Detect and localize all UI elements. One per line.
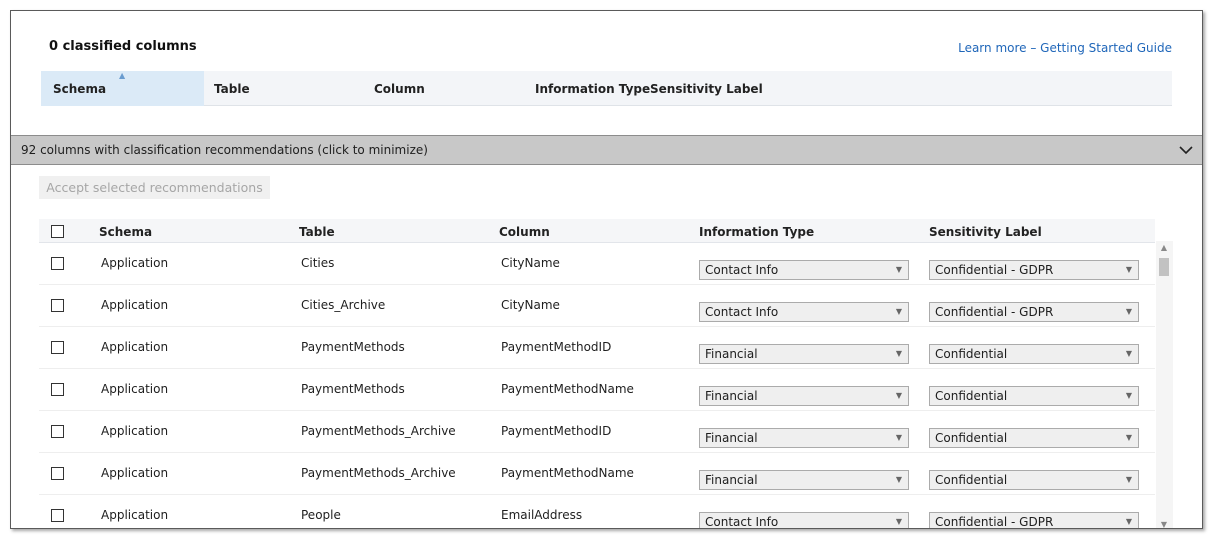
sensitivity-label-dropdown[interactable]: Confidential ▼ — [929, 470, 1139, 490]
table-row: Application PaymentMethods_Archive Payme… — [39, 453, 1155, 495]
recommendations-table-header: Schema Table Column Information Type Sen… — [39, 219, 1155, 243]
cell-column: PaymentMethodName — [501, 466, 634, 480]
cell-column: PaymentMethodID — [501, 424, 612, 438]
getting-started-link[interactable]: Learn more – Getting Started Guide — [958, 41, 1172, 55]
cell-schema: Application — [101, 298, 169, 312]
table-row: Application PaymentMethods PaymentMethod… — [39, 369, 1155, 411]
table-row: Application PaymentMethods PaymentMethod… — [39, 327, 1155, 369]
row-checkbox[interactable] — [51, 341, 64, 354]
dropdown-arrow-icon: ▼ — [895, 433, 902, 442]
cell-schema: Application — [101, 340, 169, 354]
information-type-dropdown[interactable]: Financial ▼ — [699, 428, 909, 448]
dropdown-arrow-icon: ▼ — [1125, 517, 1132, 526]
sensitivity-label-dropdown[interactable]: Confidential ▼ — [929, 428, 1139, 448]
dropdown-arrow-icon: ▼ — [1125, 307, 1132, 316]
sensitivity-label-dropdown[interactable]: Confidential ▼ — [929, 386, 1139, 406]
dropdown-arrow-icon: ▼ — [1125, 349, 1132, 358]
rec-header-table[interactable]: Table — [299, 219, 335, 245]
cell-schema: Application — [101, 424, 169, 438]
table-row: Application People EmailAddress Contact … — [39, 495, 1155, 528]
classified-columns-title: 0 classified columns — [49, 39, 197, 54]
dropdown-arrow-icon: ▼ — [895, 475, 902, 484]
scroll-down-arrow-icon[interactable]: ▼ — [1159, 520, 1169, 528]
cell-table: PaymentMethods — [301, 340, 405, 354]
cell-column: EmailAddress — [501, 508, 583, 522]
row-checkbox[interactable] — [51, 299, 64, 312]
dropdown-arrow-icon: ▼ — [895, 517, 902, 526]
sensitivity-label-dropdown[interactable]: Confidential ▼ — [929, 344, 1139, 364]
cell-schema: Application — [101, 508, 169, 522]
accept-recommendations-button[interactable]: Accept selected recommendations — [39, 176, 270, 199]
dropdown-arrow-icon: ▼ — [895, 307, 902, 316]
cell-column: CityName — [501, 298, 560, 312]
cell-table: Cities_Archive — [301, 298, 386, 312]
classified-table-header: ▲ Schema Table Column Information Type S… — [41, 71, 1172, 106]
sort-ascending-icon: ▲ — [119, 71, 126, 80]
information-type-dropdown[interactable]: Financial ▼ — [699, 344, 909, 364]
table-row: Application PaymentMethods_Archive Payme… — [39, 411, 1155, 453]
rec-header-schema[interactable]: Schema — [99, 219, 152, 245]
information-type-dropdown[interactable]: Contact Info ▼ — [699, 512, 909, 528]
data-classification-window: 0 classified columns Learn more – Gettin… — [10, 10, 1203, 529]
row-checkbox[interactable] — [51, 509, 64, 522]
cell-column: PaymentMethodID — [501, 340, 612, 354]
dropdown-arrow-icon: ▼ — [895, 265, 902, 274]
rec-header-sensitivity-label[interactable]: Sensitivity Label — [929, 219, 1042, 245]
cell-table: PaymentMethods_Archive — [301, 466, 456, 480]
select-all-checkbox[interactable] — [51, 225, 64, 238]
information-type-dropdown[interactable]: Financial ▼ — [699, 470, 909, 490]
rec-header-column[interactable]: Column — [499, 219, 550, 245]
cell-column: PaymentMethodName — [501, 382, 634, 396]
row-checkbox[interactable] — [51, 467, 64, 480]
scroll-up-arrow-icon[interactable]: ▲ — [1159, 243, 1169, 252]
cell-table: People — [301, 508, 341, 522]
chevron-down-icon[interactable] — [1178, 143, 1194, 157]
rec-header-information-type[interactable]: Information Type — [699, 219, 814, 245]
row-checkbox[interactable] — [51, 383, 64, 396]
scroll-thumb[interactable] — [1159, 258, 1169, 276]
row-checkbox[interactable] — [51, 425, 64, 438]
header-schema[interactable]: ▲ Schema — [41, 71, 204, 106]
dropdown-arrow-icon: ▼ — [1125, 433, 1132, 442]
header-information-type[interactable]: Information Type — [535, 71, 650, 106]
cell-table: PaymentMethods_Archive — [301, 424, 456, 438]
header-sensitivity-label[interactable]: Sensitivity Label — [650, 71, 763, 106]
cell-schema: Application — [101, 466, 169, 480]
dropdown-arrow-icon: ▼ — [1125, 265, 1132, 274]
dropdown-arrow-icon: ▼ — [895, 349, 902, 358]
dropdown-arrow-icon: ▼ — [1125, 391, 1132, 400]
row-checkbox[interactable] — [51, 257, 64, 270]
dropdown-arrow-icon: ▼ — [1125, 475, 1132, 484]
recommendations-toggle-bar[interactable]: 92 columns with classification recommend… — [11, 135, 1202, 165]
cell-table: Cities — [301, 256, 335, 270]
header-column[interactable]: Column — [374, 71, 425, 106]
information-type-dropdown[interactable]: Contact Info ▼ — [699, 260, 909, 280]
table-row: Application Cities_Archive CityName Cont… — [39, 285, 1155, 327]
information-type-dropdown[interactable]: Contact Info ▼ — [699, 302, 909, 322]
cell-schema: Application — [101, 382, 169, 396]
vertical-scrollbar[interactable]: ▲ ▼ — [1156, 241, 1173, 528]
header-table[interactable]: Table — [214, 71, 250, 106]
table-row: Application Cities CityName Contact Info… — [39, 243, 1155, 285]
cell-table: PaymentMethods — [301, 382, 405, 396]
cell-column: CityName — [501, 256, 560, 270]
dropdown-arrow-icon: ▼ — [895, 391, 902, 400]
sensitivity-label-dropdown[interactable]: Confidential - GDPR ▼ — [929, 302, 1139, 322]
sensitivity-label-dropdown[interactable]: Confidential - GDPR ▼ — [929, 512, 1139, 528]
information-type-dropdown[interactable]: Financial ▼ — [699, 386, 909, 406]
cell-schema: Application — [101, 256, 169, 270]
recommendations-bar-label: 92 columns with classification recommend… — [21, 143, 428, 157]
sensitivity-label-dropdown[interactable]: Confidential - GDPR ▼ — [929, 260, 1139, 280]
